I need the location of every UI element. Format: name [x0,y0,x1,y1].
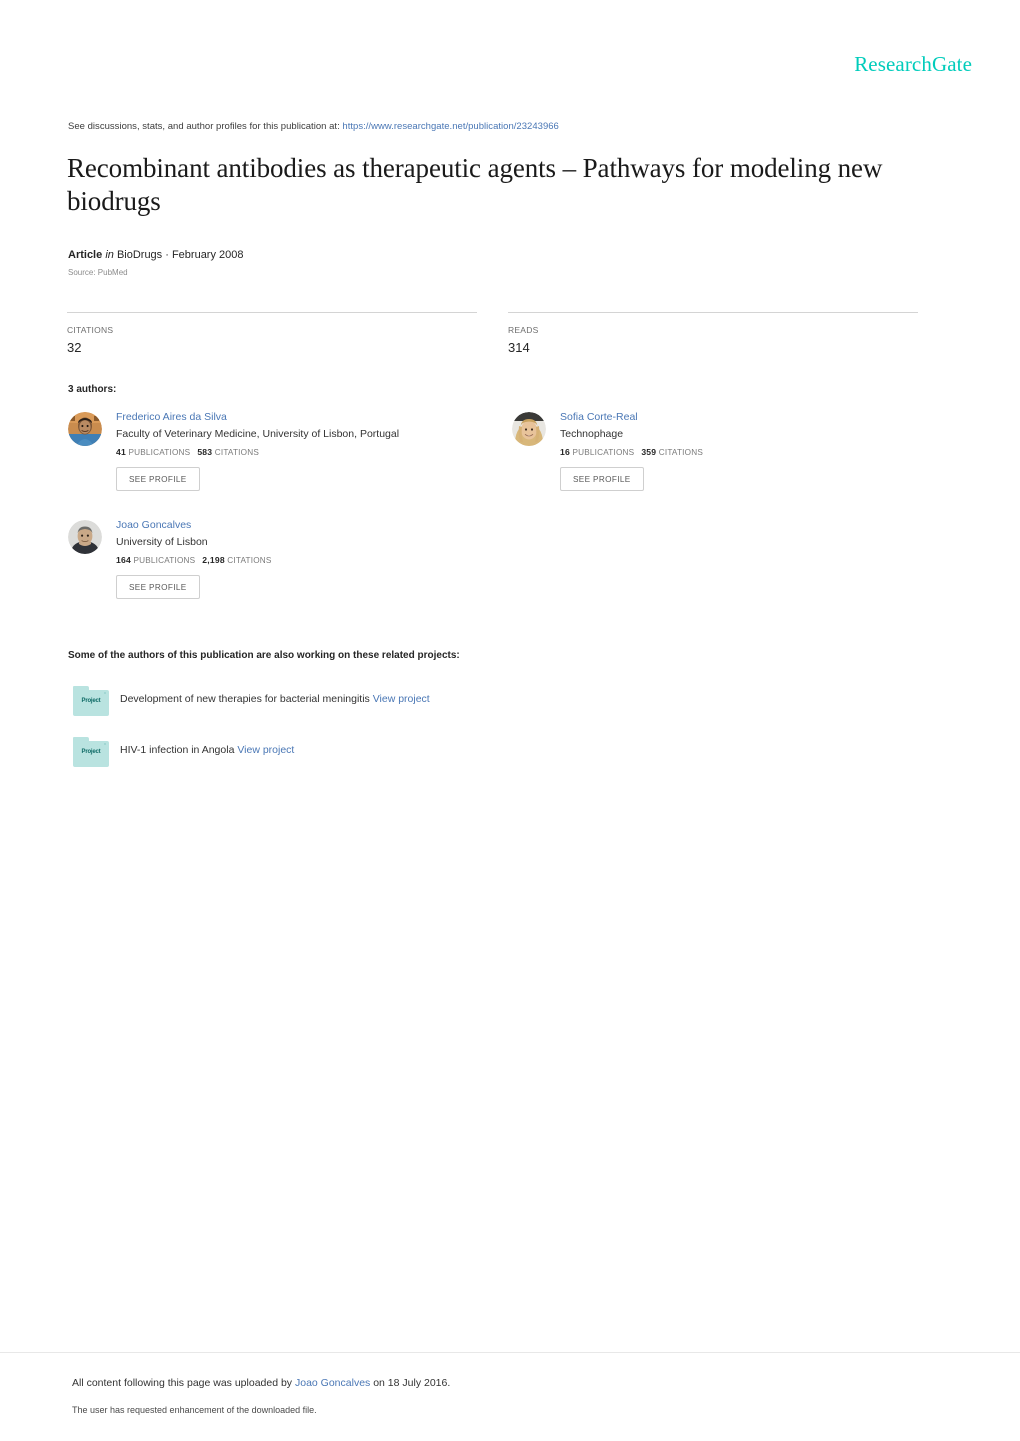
publication-url-link[interactable]: https://www.researchgate.net/publication… [342,121,558,132]
see-profile-button[interactable]: SEE PROFILE [116,575,200,599]
article-venue: BioDrugs · February 2008 [116,249,244,261]
page-title: Recombinant antibodies as therapeutic ag… [67,153,883,216]
publications-word: PUBLICATIONS [133,556,196,565]
citations-value: 32 [67,340,82,355]
upload-attribution: All content following this page was uplo… [72,1377,450,1389]
reads-label: READS [508,325,539,335]
avatar[interactable] [512,412,546,446]
researchgate-logo: ResearchGate [854,52,972,76]
project-folder-icon: Project [73,686,109,716]
article-type-label: Article [68,249,103,261]
publications-word: PUBLICATIONS [128,448,191,457]
author-stats: 41 PUBLICATIONS 583 CITATIONS [116,447,508,457]
article-meta: Article in BioDrugs · February 2008 [68,249,244,261]
reads-divider [508,312,918,313]
citations-word: CITATIONS [227,556,272,565]
author-info: Joao Goncalves University of Lisbon 164 … [116,518,508,599]
citations-label: CITATIONS [67,325,114,335]
reads-value: 314 [508,340,530,355]
authors-heading: 3 authors: [68,384,117,395]
project-row: Project Development of new therapies for… [68,686,668,720]
citations-word: CITATIONS [214,448,260,457]
publication-cover-page: ResearchGate See discussions, stats, and… [0,0,1020,1441]
citations-word: CITATIONS [658,448,704,457]
author-affiliation: Technophage [560,428,624,440]
avatar[interactable] [68,412,102,446]
author-name[interactable]: Sofia Corte-Real [560,410,952,424]
author-citations-count: 583 [197,447,213,457]
author-card: Frederico Aires da Silva Faculty of Vete… [68,410,508,491]
view-project-link[interactable]: View project [373,693,430,705]
project-text: HIV-1 infection in Angola View project [120,744,294,756]
project-text: Development of new therapies for bacteri… [120,693,430,705]
view-project-link[interactable]: View project [237,744,294,756]
author-card: Sofia Corte-Real Technophage 16 PUBLICAT… [512,410,952,491]
author-citations-count: 2,198 [202,555,225,565]
author-info: Sofia Corte-Real Technophage 16 PUBLICAT… [560,410,952,491]
publications-word: PUBLICATIONS [572,448,635,457]
author-info: Frederico Aires da Silva Faculty of Vete… [116,410,508,491]
discussions-prefix: See discussions, stats, and author profi… [68,121,340,132]
upload-prefix: All content following this page was uplo… [72,1377,293,1389]
author-affiliation: Faculty of Veterinary Medicine, Universi… [116,428,400,440]
project-title: Development of new therapies for bacteri… [120,693,370,705]
author-publications-count: 16 [560,447,570,457]
see-profile-button[interactable]: SEE PROFILE [116,467,200,491]
footer-divider [0,1352,1020,1353]
author-stats: 16 PUBLICATIONS 359 CITATIONS [560,447,952,457]
project-title: HIV-1 infection in Angola [120,744,235,756]
reads-stat-column: READS 314 [508,312,918,355]
project-folder-icon: Project [73,737,109,767]
uploader-link[interactable]: Joao Goncalves [295,1377,370,1389]
article-in-word: in [105,249,114,261]
article-source: Source: PubMed [68,268,128,277]
citations-stat-column: CITATIONS 32 [67,312,477,355]
author-name[interactable]: Joao Goncalves [116,518,508,532]
author-affiliation: University of Lisbon [116,536,208,548]
author-publications-count: 164 [116,555,131,565]
project-icon-label: Project [81,698,101,704]
related-projects-heading: Some of the authors of this publication … [68,650,460,661]
discussions-line: See discussions, stats, and author profi… [68,121,559,132]
avatar[interactable] [68,520,102,554]
project-row: Project HIV-1 infection in Angola View p… [68,737,668,771]
author-card: Joao Goncalves University of Lisbon 164 … [68,518,508,599]
upload-suffix: on 18 July 2016. [373,1377,451,1389]
author-name[interactable]: Frederico Aires da Silva [116,410,508,424]
author-publications-count: 41 [116,447,126,457]
author-citations-count: 359 [641,447,657,457]
project-icon-label: Project [81,749,101,755]
citations-divider [67,312,477,313]
see-profile-button[interactable]: SEE PROFILE [560,467,644,491]
author-stats: 164 PUBLICATIONS 2,198 CITATIONS [116,555,508,565]
enhancement-note: The user has requested enhancement of th… [72,1405,317,1415]
